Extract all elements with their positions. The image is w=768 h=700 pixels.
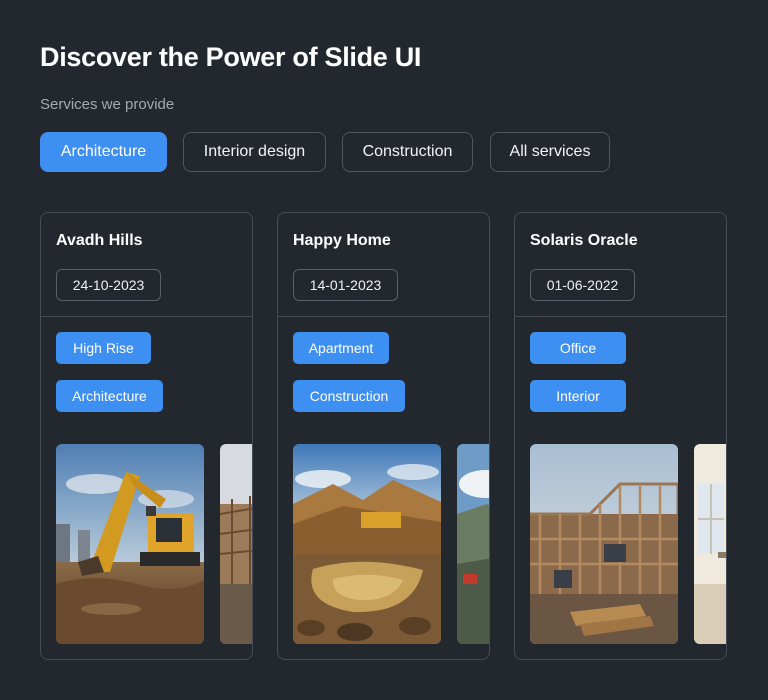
filter-construction-button[interactable]: Construction: [342, 132, 473, 172]
tag-apartment[interactable]: Apartment: [293, 332, 389, 364]
excavator-photo[interactable]: [56, 444, 204, 644]
project-date-badge: 01-06-2022: [530, 269, 635, 301]
interior-room-photo[interactable]: [694, 444, 726, 644]
tag-high-rise[interactable]: High Rise: [56, 332, 151, 364]
construction-site-photo[interactable]: [220, 444, 252, 644]
project-card-happy-home[interactable]: Happy Home 14-01-2023 Apartment Construc…: [277, 212, 490, 660]
tag-construction[interactable]: Construction: [293, 380, 405, 412]
filter-architecture-button[interactable]: Architecture: [40, 132, 167, 172]
mountain-site-photo[interactable]: [457, 444, 489, 644]
tag-interior[interactable]: Interior: [530, 380, 626, 412]
project-name: Happy Home: [293, 232, 391, 249]
tag-architecture[interactable]: Architecture: [56, 380, 163, 412]
page-title: Discover the Power of Slide UI: [40, 42, 422, 72]
card-divider: [278, 316, 489, 317]
house-frame-photo[interactable]: [530, 444, 678, 644]
project-name: Solaris Oracle: [530, 232, 638, 249]
filter-all-services-button[interactable]: All services: [490, 132, 610, 172]
quarry-photo[interactable]: [293, 444, 441, 644]
project-date-badge: 24-10-2023: [56, 269, 161, 301]
project-date-badge: 14-01-2023: [293, 269, 398, 301]
card-divider: [515, 316, 726, 317]
filter-interior-design-button[interactable]: Interior design: [183, 132, 326, 172]
card-divider: [41, 316, 252, 317]
project-card-avadh-hills[interactable]: Avadh Hills 24-10-2023 High Rise Archite…: [40, 212, 253, 660]
project-name: Avadh Hills: [56, 232, 143, 249]
project-card-solaris-oracle[interactable]: Solaris Oracle 01-06-2022 Office Interio…: [514, 212, 727, 660]
section-subtitle: Services we provide: [40, 96, 175, 113]
tag-office[interactable]: Office: [530, 332, 626, 364]
